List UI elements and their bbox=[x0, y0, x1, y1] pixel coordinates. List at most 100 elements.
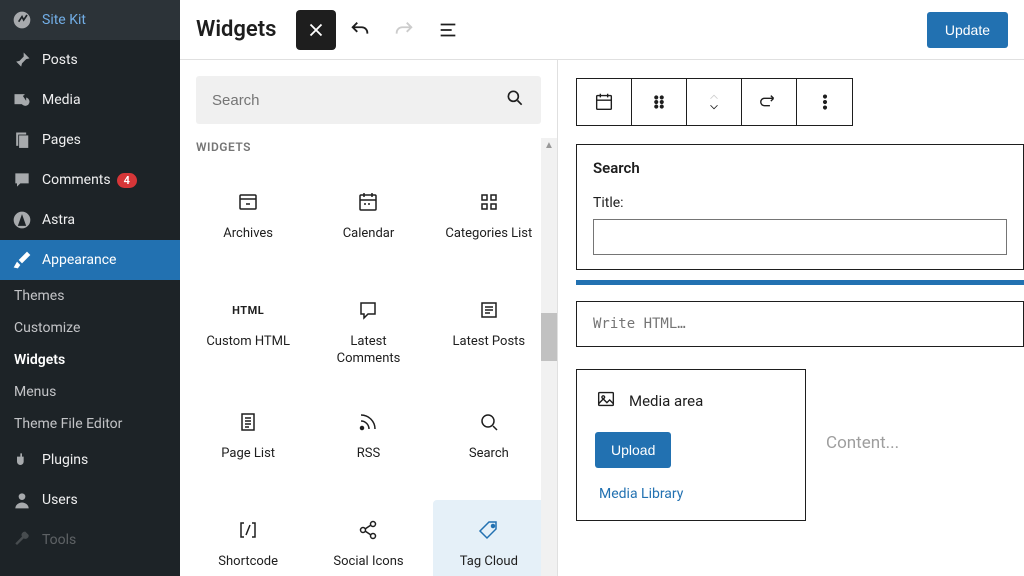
widget-label: Latest Comments bbox=[318, 334, 418, 368]
toolbar-transform[interactable] bbox=[742, 79, 797, 125]
submenu-menus[interactable]: Menus bbox=[0, 376, 180, 408]
post-icon bbox=[477, 296, 501, 324]
sidebar-item-astra[interactable]: Astra bbox=[0, 200, 180, 240]
widget-latest-comments[interactable]: Latest Comments bbox=[312, 280, 424, 384]
widget-categories[interactable]: Categories List bbox=[433, 172, 545, 272]
html-block[interactable]: Write HTML… bbox=[576, 301, 1024, 347]
wrench-icon bbox=[12, 530, 32, 550]
scrollbar[interactable]: ▲ bbox=[541, 138, 557, 576]
media-library-link[interactable]: Media Library bbox=[595, 486, 787, 502]
sidebar-label: Pages bbox=[42, 132, 81, 148]
comments-badge: 4 bbox=[117, 173, 137, 188]
submenu-themes[interactable]: Themes bbox=[0, 280, 180, 312]
sidebar-item-comments[interactable]: Comments 4 bbox=[0, 160, 180, 200]
editor-canvas: Search Title: Write HTML… Media area Upl… bbox=[558, 60, 1024, 576]
widget-label: Custom HTML bbox=[206, 334, 290, 351]
editor-topbar: Widgets Update bbox=[180, 0, 1024, 60]
page-title: Widgets bbox=[196, 17, 276, 42]
widget-label: Social Icons bbox=[333, 554, 403, 571]
widget-label: Calendar bbox=[343, 226, 395, 243]
media-icon bbox=[12, 90, 32, 110]
toolbar-drag[interactable] bbox=[632, 79, 687, 125]
field-label: Title: bbox=[593, 195, 1007, 211]
block-title: Search bbox=[593, 159, 1007, 177]
widget-label: RSS bbox=[357, 446, 380, 463]
sidebar-item-users[interactable]: Users bbox=[0, 480, 180, 520]
widget-label: Tag Cloud bbox=[460, 554, 518, 571]
sidebar-label: Astra bbox=[42, 212, 75, 228]
sidebar-item-pages[interactable]: Pages bbox=[0, 120, 180, 160]
search-icon bbox=[505, 88, 525, 112]
list-view-button[interactable] bbox=[428, 10, 468, 50]
sidebar-label: Plugins bbox=[42, 452, 88, 468]
pin-icon bbox=[12, 50, 32, 70]
undo-button[interactable] bbox=[340, 10, 380, 50]
widget-label: Archives bbox=[223, 226, 273, 243]
search-widget-block[interactable]: Search Title: bbox=[576, 144, 1024, 270]
widget-latest-posts[interactable]: Latest Posts bbox=[433, 280, 545, 384]
shortcode-icon bbox=[236, 516, 260, 544]
media-title: Media area bbox=[629, 392, 703, 410]
appearance-submenu: Themes Customize Widgets Menus Theme Fil… bbox=[0, 280, 180, 440]
toolbar-move[interactable] bbox=[687, 79, 742, 125]
widget-label: Latest Posts bbox=[453, 334, 526, 351]
grid-icon bbox=[477, 188, 501, 216]
widget-grid: Archives Calendar Categories List HTML bbox=[192, 172, 545, 576]
redo-button[interactable] bbox=[384, 10, 424, 50]
sitekit-icon bbox=[12, 10, 32, 30]
widget-label: Categories List bbox=[445, 226, 532, 243]
close-inserter-button[interactable] bbox=[296, 10, 336, 50]
block-selection-indicator bbox=[576, 280, 1024, 285]
html-icon: HTML bbox=[232, 296, 264, 324]
pagelist-icon bbox=[236, 408, 260, 436]
search-title-input[interactable] bbox=[593, 219, 1007, 255]
content-placeholder[interactable]: Content... bbox=[826, 369, 899, 453]
sidebar-item-tools[interactable]: Tools bbox=[0, 520, 180, 560]
widget-calendar[interactable]: Calendar bbox=[312, 172, 424, 272]
widget-rss[interactable]: RSS bbox=[312, 392, 424, 492]
widget-custom-html[interactable]: HTML Custom HTML bbox=[192, 280, 304, 384]
sidebar-item-posts[interactable]: Posts bbox=[0, 40, 180, 80]
widget-social-icons[interactable]: Social Icons bbox=[312, 500, 424, 576]
submenu-customize[interactable]: Customize bbox=[0, 312, 180, 344]
block-inserter-panel: WIDGETS Archives Calendar Ca bbox=[180, 60, 558, 576]
brush-icon bbox=[12, 250, 32, 270]
widget-search[interactable]: Search bbox=[433, 392, 545, 492]
toolbar-more[interactable] bbox=[797, 79, 852, 125]
tag-icon bbox=[477, 516, 501, 544]
comment-outline-icon bbox=[356, 296, 380, 324]
image-icon bbox=[595, 388, 617, 414]
sidebar-label: Comments bbox=[42, 172, 111, 188]
sidebar-item-media[interactable]: Media bbox=[0, 80, 180, 120]
widget-label: Shortcode bbox=[218, 554, 278, 571]
sidebar-item-sitekit[interactable]: Site Kit bbox=[0, 0, 180, 40]
upload-button[interactable]: Upload bbox=[595, 432, 671, 468]
sidebar-label: Appearance bbox=[42, 252, 116, 268]
toolbar-block-type[interactable] bbox=[577, 79, 632, 125]
section-label: WIDGETS bbox=[180, 140, 557, 164]
search-input[interactable] bbox=[212, 92, 505, 109]
block-toolbar bbox=[576, 78, 853, 126]
sidebar-item-appearance[interactable]: Appearance bbox=[0, 240, 180, 280]
pages-icon bbox=[12, 130, 32, 150]
share-icon bbox=[356, 516, 380, 544]
sidebar-label: Users bbox=[42, 492, 78, 508]
rss-icon bbox=[356, 408, 380, 436]
user-icon bbox=[12, 490, 32, 510]
plugin-icon bbox=[12, 450, 32, 470]
sidebar-item-plugins[interactable]: Plugins bbox=[0, 440, 180, 480]
archive-icon bbox=[236, 188, 260, 216]
media-block[interactable]: Media area Upload Media Library bbox=[576, 369, 806, 521]
update-button[interactable]: Update bbox=[927, 12, 1008, 48]
comment-icon bbox=[12, 170, 32, 190]
widget-label: Search bbox=[469, 446, 509, 463]
admin-sidebar: Site Kit Posts Media Pages Comments 4 As… bbox=[0, 0, 180, 576]
widget-page-list[interactable]: Page List bbox=[192, 392, 304, 492]
astra-icon bbox=[12, 210, 32, 230]
submenu-theme-file-editor[interactable]: Theme File Editor bbox=[0, 408, 180, 440]
search-box[interactable] bbox=[196, 76, 541, 124]
widget-tag-cloud[interactable]: Tag Cloud bbox=[433, 500, 545, 576]
submenu-widgets[interactable]: Widgets bbox=[0, 344, 180, 376]
widget-archives[interactable]: Archives bbox=[192, 172, 304, 272]
widget-shortcode[interactable]: Shortcode bbox=[192, 500, 304, 576]
